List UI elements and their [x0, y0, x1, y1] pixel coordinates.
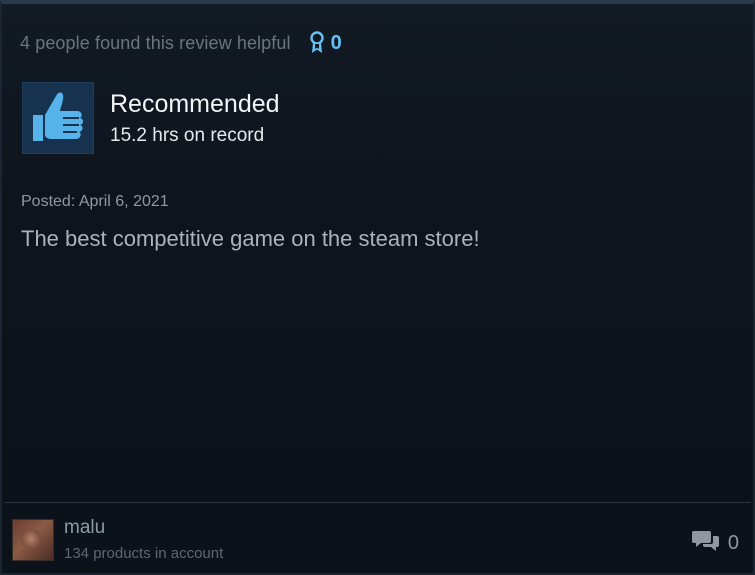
- thumbs-up-icon: [29, 86, 87, 151]
- award-count: 0: [330, 31, 342, 54]
- avatar[interactable]: [12, 518, 54, 561]
- posted-date: Posted: April 6, 2021: [21, 193, 169, 210]
- author-block[interactable]: malu 134 products in account: [12, 517, 223, 562]
- helpful-row: 4 people found this review helpful 0: [20, 30, 342, 56]
- divider: [4, 502, 751, 503]
- review-verdict: Recommended 15.2 hrs on record: [22, 82, 280, 154]
- thumbs-up-badge: [22, 82, 94, 154]
- author-name[interactable]: malu: [64, 517, 223, 539]
- comment-count: 0: [727, 531, 739, 554]
- award-ribbon-icon: [309, 31, 325, 55]
- author-info: malu 134 products in account: [64, 517, 223, 562]
- verdict-text-group: Recommended 15.2 hrs on record: [110, 90, 280, 147]
- comments-button[interactable]: 0: [691, 528, 739, 558]
- helpful-count-text: 4 people found this review helpful: [20, 32, 291, 53]
- hours-on-record: 15.2 hrs on record: [110, 124, 265, 146]
- comments-icon: [691, 528, 720, 558]
- products-in-account: 134 products in account: [64, 545, 224, 562]
- review-body: The best competitive game on the steam s…: [21, 226, 480, 251]
- review-card: 4 people found this review helpful 0 Rec…: [0, 0, 755, 575]
- award-button[interactable]: 0: [309, 31, 342, 55]
- verdict-title[interactable]: Recommended: [110, 90, 280, 119]
